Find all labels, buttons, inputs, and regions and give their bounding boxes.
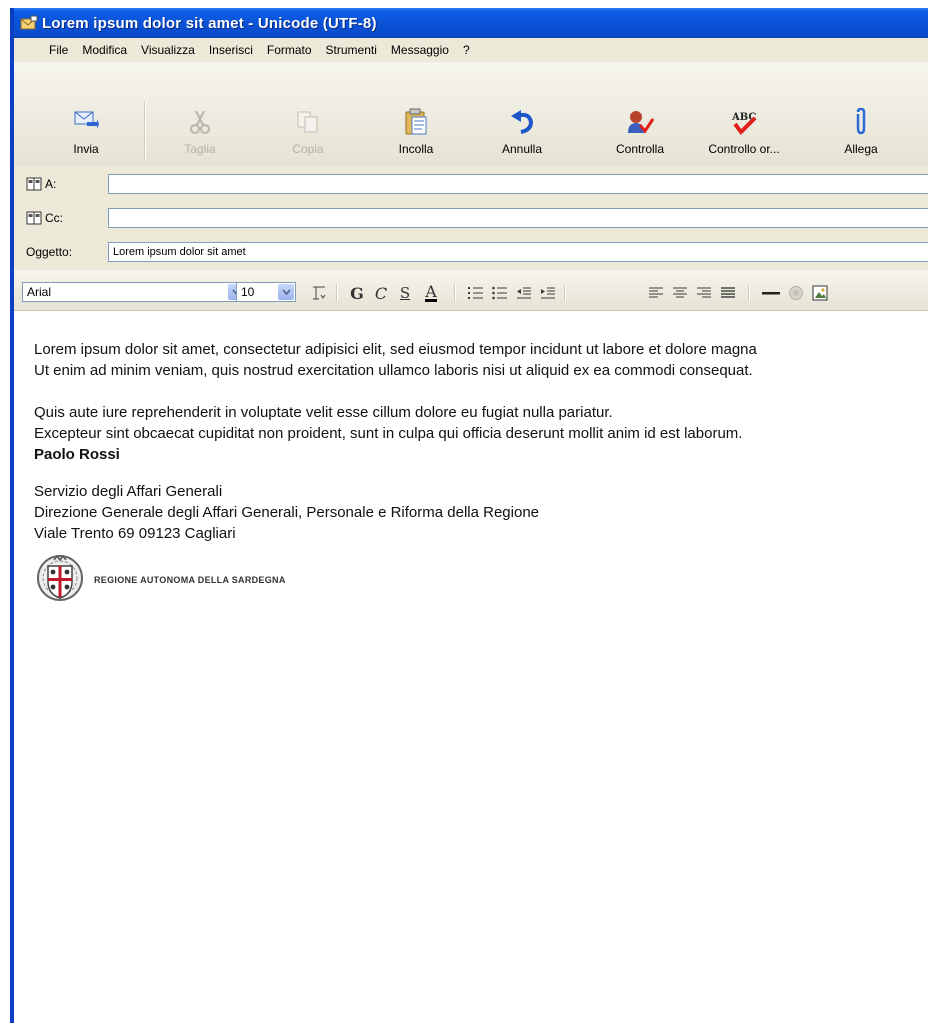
menu-modifica[interactable]: Modifica xyxy=(75,41,134,59)
increase-indent-icon[interactable] xyxy=(538,284,558,302)
italic-icon[interactable]: C xyxy=(372,284,390,303)
region-logo: REGIONE AUTONOMA DELLA SARDEGNA xyxy=(34,552,908,608)
paste-label: Incolla xyxy=(398,142,434,156)
undo-label: Annulla xyxy=(501,142,543,156)
hyperlink-icon[interactable] xyxy=(786,284,806,302)
bold-icon[interactable]: G xyxy=(348,284,366,303)
body-line: Ut enim ad minim veniam, quis nostrud ex… xyxy=(34,362,753,379)
menu-messaggio[interactable]: Messaggio xyxy=(384,41,456,59)
spellcheck-icon: ABC xyxy=(728,106,760,138)
attach-label: Allega xyxy=(844,142,878,156)
paperclip-icon xyxy=(845,106,877,138)
cut-label: Taglia xyxy=(184,142,216,156)
signature-name: Paolo Rossi xyxy=(34,446,120,463)
region-coat-of-arms-icon xyxy=(37,554,83,601)
send-icon xyxy=(70,104,102,136)
body-line: Quis aute iure reprehenderit in voluptat… xyxy=(34,404,613,421)
logo-text: REGIONE AUTONOMA DELLA SARDEGNA xyxy=(94,574,286,585)
send-label: Invia xyxy=(73,142,99,156)
check-names-label: Controlla xyxy=(615,142,665,156)
bullet-list-icon[interactable] xyxy=(490,284,510,302)
menu-bar: File Modifica Visualizza Inserisci Forma… xyxy=(14,38,928,62)
send-button[interactable]: Invia xyxy=(52,62,120,162)
signature-block: Servizio degli Affari Generali Direzione… xyxy=(34,481,908,544)
numbered-list-icon[interactable] xyxy=(466,284,486,302)
cc-input[interactable] xyxy=(108,208,928,228)
font-size-select[interactable]: 10 xyxy=(236,282,296,302)
check-names-icon xyxy=(624,106,656,138)
message-headers: A: Cc: Oggetto: xyxy=(14,166,928,271)
attach-button[interactable]: Allega xyxy=(824,62,898,162)
main-toolbar: Invia Taglia Copia Incolla Annulla Contr… xyxy=(14,62,928,167)
undo-icon xyxy=(506,106,538,138)
scissors-icon xyxy=(184,106,216,138)
horizontal-line-icon[interactable] xyxy=(760,284,782,302)
subject-row: Oggetto: xyxy=(14,240,928,264)
font-color-icon[interactable]: A xyxy=(420,283,442,302)
to-label: A: xyxy=(45,177,57,191)
font-select[interactable]: Arial xyxy=(22,282,246,302)
cc-label: Cc: xyxy=(45,211,63,225)
format-separator xyxy=(454,284,456,302)
body-line: Excepteur sint obcaecat cupiditat non pr… xyxy=(34,425,743,442)
paste-button[interactable]: Incolla xyxy=(380,62,452,162)
cut-button[interactable]: Taglia xyxy=(164,62,236,162)
justify-icon[interactable] xyxy=(718,284,738,302)
check-names-button[interactable]: Controlla xyxy=(602,62,678,162)
format-separator xyxy=(564,284,566,302)
spellcheck-button[interactable]: ABC Controllo or... xyxy=(694,62,794,162)
undo-button[interactable]: Annulla xyxy=(486,62,558,162)
compose-window: Lorem ipsum dolor sit amet - Unicode (UT… xyxy=(10,8,928,1023)
to-label-button[interactable]: A: xyxy=(26,177,56,191)
paragraph-style-icon[interactable] xyxy=(310,284,328,302)
align-left-icon[interactable] xyxy=(646,284,666,302)
align-center-icon[interactable] xyxy=(670,284,690,302)
decrease-indent-icon[interactable] xyxy=(514,284,534,302)
menu-file[interactable]: File xyxy=(42,41,75,59)
menu-strumenti[interactable]: Strumenti xyxy=(319,41,384,59)
subject-label: Oggetto: xyxy=(26,245,73,259)
message-body[interactable]: Lorem ipsum dolor sit amet, consectetur … xyxy=(14,311,928,1023)
align-right-icon[interactable] xyxy=(694,284,714,302)
chevron-down-icon[interactable] xyxy=(278,284,294,300)
format-separator xyxy=(748,284,750,302)
font-size: 10 xyxy=(241,285,255,299)
address-book-icon xyxy=(26,211,42,225)
subject-input[interactable] xyxy=(108,242,928,262)
menu-formato[interactable]: Formato xyxy=(260,41,319,59)
copy-button[interactable]: Copia xyxy=(272,62,344,162)
menu-inserisci[interactable]: Inserisci xyxy=(202,41,260,59)
formatting-toolbar: Arial 10 G C S A xyxy=(14,270,928,311)
to-input[interactable] xyxy=(108,174,928,194)
toolbar-separator xyxy=(144,102,146,160)
clipboard-icon xyxy=(400,106,432,138)
cc-row: Cc: xyxy=(14,206,928,230)
copy-icon xyxy=(292,106,324,138)
compose-mail-icon xyxy=(20,15,38,30)
signature-address: Viale Trento 69 09123 Cagliari xyxy=(34,525,236,542)
copy-label: Copia xyxy=(292,142,324,156)
signature-department: Servizio degli Affari Generali xyxy=(34,483,223,500)
signature-direction: Direzione Generale degli Affari Generali… xyxy=(34,504,540,521)
menu-visualizza[interactable]: Visualizza xyxy=(134,41,202,59)
underline-icon[interactable]: S xyxy=(396,284,414,302)
body-line: Lorem ipsum dolor sit amet, consectetur … xyxy=(34,341,757,358)
to-row: A: xyxy=(14,172,928,196)
title-bar[interactable]: Lorem ipsum dolor sit amet - Unicode (UT… xyxy=(14,8,928,38)
spellcheck-label: Controllo or... xyxy=(708,142,780,156)
font-name: Arial xyxy=(27,285,52,299)
format-separator xyxy=(336,284,338,302)
menu-help[interactable]: ? xyxy=(456,41,477,59)
cc-label-button[interactable]: Cc: xyxy=(26,211,63,225)
address-book-icon xyxy=(26,177,42,191)
insert-picture-icon[interactable] xyxy=(810,284,830,302)
window-title: Lorem ipsum dolor sit amet - Unicode (UT… xyxy=(42,14,377,32)
